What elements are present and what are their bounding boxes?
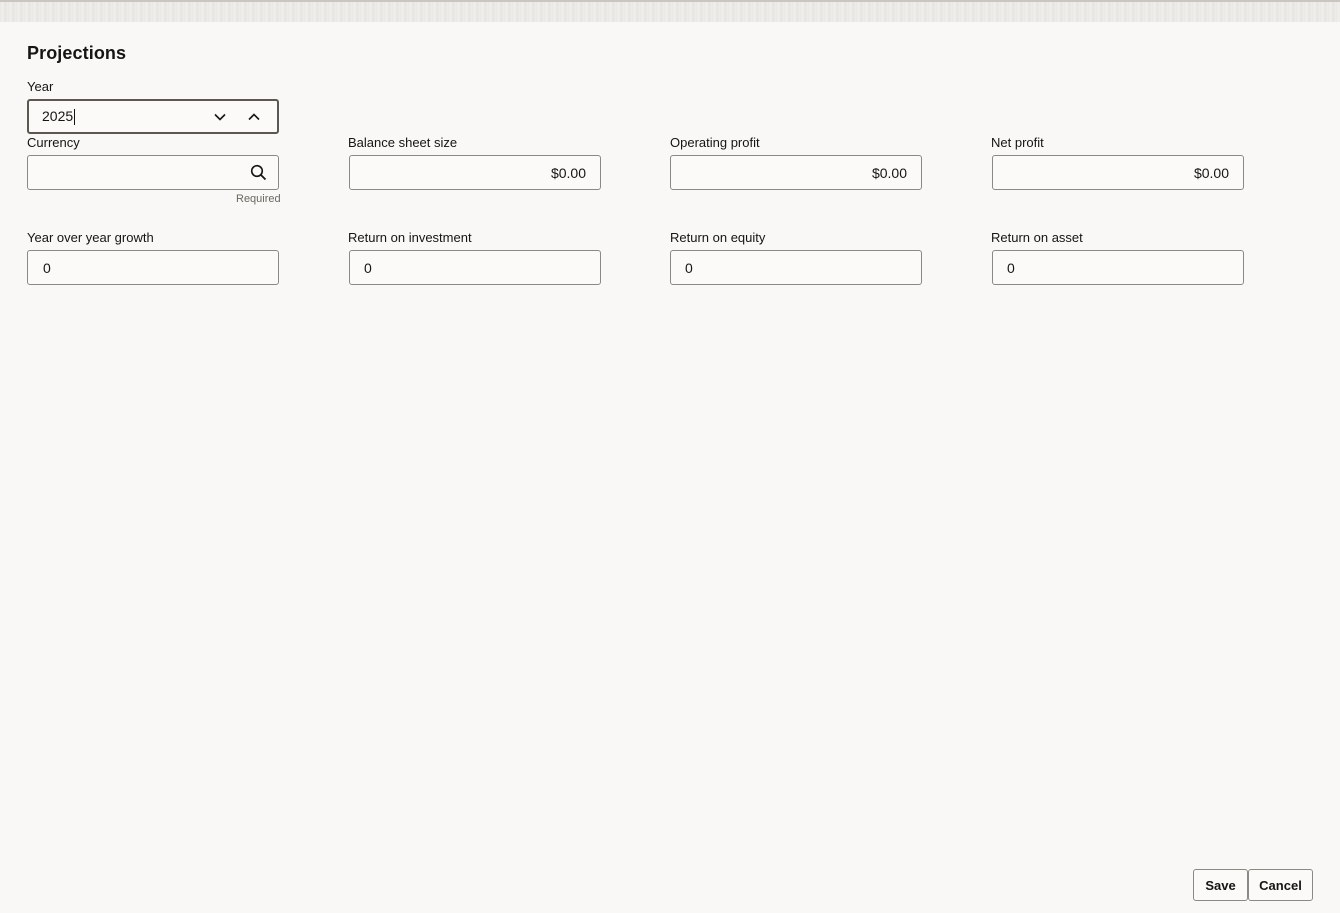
operating-profit-label: Operating profit [670, 135, 760, 150]
return-on-equity-label: Return on equity [670, 230, 766, 245]
chevron-up-icon [248, 112, 260, 120]
top-header-strip [0, 0, 1340, 22]
operating-profit-field[interactable]: $0.00 [670, 155, 922, 190]
year-decrement-button[interactable] [203, 102, 237, 132]
year-increment-button[interactable] [237, 102, 271, 132]
return-on-investment-value[interactable]: 0 [364, 260, 372, 276]
return-on-investment-field[interactable]: 0 [349, 250, 601, 285]
balance-sheet-size-value[interactable]: $0.00 [551, 165, 586, 181]
save-button[interactable]: Save [1193, 869, 1248, 901]
text-caret [74, 109, 76, 126]
yoy-growth-value[interactable]: 0 [43, 260, 51, 276]
currency-search-button[interactable] [247, 158, 270, 188]
net-profit-value[interactable]: $0.00 [1194, 165, 1229, 181]
year-input[interactable]: 2025 [27, 99, 279, 134]
return-on-equity-value[interactable]: 0 [685, 260, 693, 276]
balance-sheet-size-label: Balance sheet size [348, 135, 458, 150]
currency-field[interactable] [27, 155, 279, 190]
currency-required-helper: Required [236, 193, 281, 205]
currency-input[interactable] [42, 164, 247, 181]
balance-sheet-size-field[interactable]: $0.00 [349, 155, 601, 190]
return-on-asset-field[interactable]: 0 [992, 250, 1244, 285]
year-label: Year [27, 79, 54, 94]
chevron-down-icon [214, 113, 226, 121]
return-on-asset-value[interactable]: 0 [1007, 260, 1015, 276]
net-profit-field[interactable]: $0.00 [992, 155, 1244, 190]
return-on-equity-field[interactable]: 0 [670, 250, 922, 285]
operating-profit-value[interactable]: $0.00 [872, 165, 907, 181]
cancel-button[interactable]: Cancel [1248, 869, 1313, 901]
yoy-growth-field[interactable]: 0 [27, 250, 279, 285]
search-icon [250, 164, 266, 181]
currency-label: Currency [27, 135, 80, 150]
yoy-growth-label: Year over year growth [27, 230, 154, 245]
return-on-asset-label: Return on asset [991, 230, 1083, 245]
return-on-investment-label: Return on investment [348, 230, 472, 245]
net-profit-label: Net profit [991, 135, 1044, 150]
year-value[interactable]: 2025 [42, 107, 203, 126]
page-title: Projections [27, 43, 127, 63]
year-value-text: 2025 [42, 107, 74, 124]
